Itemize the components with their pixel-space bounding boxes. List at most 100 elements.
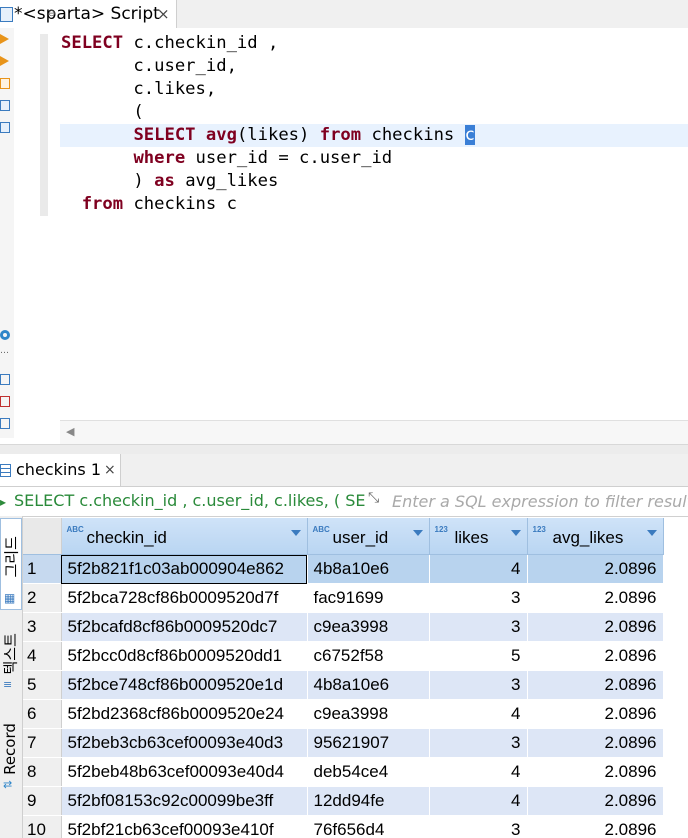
row-number[interactable]: 5 — [23, 670, 62, 700]
sql-line[interactable]: SELECT avg(likes) from checkins c — [61, 124, 475, 147]
cell-likes[interactable]: 3 — [429, 728, 528, 758]
row-number[interactable]: 4 — [23, 641, 62, 671]
table-row[interactable]: 6 5f2bd2368cf86b0009520e24 c9ea3998 4 2.0896 — [23, 699, 664, 729]
cell-avg-likes[interactable]: 2.0896 — [527, 612, 664, 642]
more-icon[interactable]: … — [0, 346, 11, 357]
cell-user-id[interactable]: 12dd94fe — [307, 786, 430, 816]
sql-line[interactable]: where user_id = c.user_id — [61, 147, 475, 170]
row-number-header[interactable] — [23, 518, 62, 555]
cell-checkin-id[interactable]: 5f2bce748cf86b0009520e1d — [61, 670, 308, 700]
sort-icon[interactable] — [646, 530, 657, 536]
column-header-likes[interactable]: 123 likes — [429, 518, 528, 555]
close-icon[interactable]: × — [157, 0, 170, 28]
cell-user-id[interactable]: 95621907 — [307, 728, 430, 758]
column-header-user-id[interactable]: ABC user_id — [307, 518, 430, 555]
cell-user-id[interactable]: c9ea3998 — [307, 699, 430, 729]
cell-likes[interactable]: 3 — [429, 670, 528, 700]
cell-likes[interactable]: 4 — [429, 554, 528, 584]
cell-checkin-id[interactable]: 5f2beb48b63cef00093e40d4 — [61, 757, 308, 787]
cell-avg-likes[interactable]: 2.0896 — [527, 583, 664, 613]
table-row[interactable]: 7 5f2beb3cb63cef00093e40d3 95621907 3 2.0896 — [23, 728, 664, 758]
table-row[interactable]: 2 5f2bca728cf86b0009520d7f fac91699 3 2.0896 — [23, 583, 664, 613]
text-view-button[interactable]: 텍스트 ≡ — [0, 614, 20, 694]
row-number[interactable]: 10 — [23, 815, 62, 838]
sql-code[interactable]: SELECT c.checkin_id , c.user_id, c.likes… — [61, 32, 475, 216]
cell-likes[interactable]: 3 — [429, 583, 528, 613]
cell-avg-likes[interactable]: 2.0896 — [527, 670, 664, 700]
row-number[interactable]: 1 — [23, 554, 62, 584]
cell-user-id[interactable]: fac91699 — [307, 583, 430, 613]
row-number[interactable]: 7 — [23, 728, 62, 758]
column-header-checkin-id[interactable]: ABC checkin_id — [61, 518, 308, 555]
cell-avg-likes[interactable]: 2.0896 — [527, 815, 664, 838]
execute-statement-icon[interactable] — [0, 34, 9, 44]
results-tab-checkins[interactable]: checkins 1 × — [0, 454, 121, 486]
cell-likes[interactable]: 3 — [429, 815, 528, 838]
cell-avg-likes[interactable]: 2.0896 — [527, 699, 664, 729]
column-header-avg-likes[interactable]: 123 avg_likes — [527, 518, 664, 555]
close-icon[interactable]: × — [104, 454, 116, 486]
cell-checkin-id[interactable]: 5f2b821f1c03ab000904e862 — [61, 554, 308, 584]
cell-avg-likes[interactable]: 2.0896 — [527, 554, 664, 584]
table-row[interactable]: 5 5f2bce748cf86b0009520e1d 4b8a10e6 3 2.0896 — [23, 670, 664, 700]
fold-toggle-icon[interactable]: ⊖ — [48, 9, 56, 19]
settings-icon[interactable] — [0, 330, 10, 340]
sql-line[interactable]: from checkins c — [61, 193, 475, 216]
row-number[interactable]: 3 — [23, 612, 62, 642]
cell-user-id[interactable]: 4b8a10e6 — [307, 554, 430, 584]
sort-icon[interactable] — [510, 530, 521, 536]
cell-checkin-id[interactable]: 5f2bf21cb63cef00093e410f — [61, 815, 308, 838]
record-view-button[interactable]: Record ⇄ — [0, 706, 20, 796]
sql-line[interactable]: SELECT c.checkin_id , — [61, 32, 475, 55]
cell-likes[interactable]: 4 — [429, 757, 528, 787]
cell-checkin-id[interactable]: 5f2beb3cb63cef00093e40d3 — [61, 728, 308, 758]
cell-checkin-id[interactable]: 5f2bd2368cf86b0009520e24 — [61, 699, 308, 729]
cell-likes[interactable]: 5 — [429, 641, 528, 671]
expand-icon[interactable]: ⤡ — [368, 490, 379, 506]
cell-checkin-id[interactable]: 5f2bf08153c92c00099be3ff — [61, 786, 308, 816]
table-row[interactable]: 10 5f2bf21cb63cef00093e410f 76f656d4 3 2.089… — [23, 815, 664, 838]
row-number[interactable]: 8 — [23, 757, 62, 787]
scroll-left-icon[interactable]: ◀ — [66, 425, 74, 438]
filter-input[interactable]: Enter a SQL expression to filter results — [392, 492, 688, 511]
row-number[interactable]: 6 — [23, 699, 62, 729]
cell-avg-likes[interactable]: 2.0896 — [527, 757, 664, 787]
sql-line[interactable]: ( — [61, 101, 475, 124]
sql-line[interactable]: ) as avg_likes — [61, 170, 475, 193]
table-row[interactable]: 9 5f2bf08153c92c00099be3ff 12dd94fe 4 2.0896 — [23, 786, 664, 816]
console-icon[interactable] — [0, 122, 10, 133]
row-number[interactable]: 9 — [23, 786, 62, 816]
cell-checkin-id[interactable]: 5f2bcafd8cf86b0009520dc7 — [61, 612, 308, 642]
row-number[interactable]: 2 — [23, 583, 62, 613]
format-icon[interactable] — [0, 418, 10, 429]
cell-avg-likes[interactable]: 2.0896 — [527, 728, 664, 758]
sort-icon[interactable] — [412, 530, 423, 536]
sort-icon[interactable] — [290, 530, 301, 536]
grid-view-button[interactable]: 그리드 ▦ — [0, 518, 22, 610]
cell-checkin-id[interactable]: 5f2bca728cf86b0009520d7f — [61, 583, 308, 613]
cell-user-id[interactable]: c9ea3998 — [307, 612, 430, 642]
cell-checkin-id[interactable]: 5f2bcc0d8cf86b0009520dd1 — [61, 641, 308, 671]
sql-line[interactable]: c.likes, — [61, 78, 475, 101]
cell-user-id[interactable]: deb54ce4 — [307, 757, 430, 787]
explain-plan-icon[interactable] — [0, 78, 10, 89]
execute-script-icon[interactable] — [0, 56, 9, 66]
cell-user-id[interactable]: 4b8a10e6 — [307, 670, 430, 700]
cell-likes[interactable]: 4 — [429, 699, 528, 729]
table-row[interactable]: 4 5f2bcc0d8cf86b0009520dd1 c6752f58 5 2.0896 — [23, 641, 664, 671]
cell-user-id[interactable]: c6752f58 — [307, 641, 430, 671]
cell-avg-likes[interactable]: 2.0896 — [527, 641, 664, 671]
export-icon[interactable] — [0, 374, 10, 385]
cell-avg-likes[interactable]: 2.0896 — [527, 786, 664, 816]
history-icon[interactable] — [0, 100, 10, 111]
cell-likes[interactable]: 3 — [429, 612, 528, 642]
table-row[interactable]: 8 5f2beb48b63cef00093e40d4 deb54ce4 4 2.0896 — [23, 757, 664, 787]
import-icon[interactable] — [0, 396, 10, 407]
table-row[interactable]: 3 5f2bcafd8cf86b0009520dc7 c9ea3998 3 2.0896 — [23, 612, 664, 642]
results-grid[interactable]: ABC checkin_id ABC user_id 123 likes 123 avg… — [23, 518, 688, 838]
editor-tab-script[interactable]: *<sparta> Script × — [0, 0, 177, 28]
cell-likes[interactable]: 4 — [429, 786, 528, 816]
editor-horizontal-scrollbar[interactable]: ◀ — [60, 420, 688, 445]
sql-line[interactable]: c.user_id, — [61, 55, 475, 78]
table-row[interactable]: 1 5f2b821f1c03ab000904e862 4b8a10e6 4 2.0896 — [23, 554, 664, 584]
